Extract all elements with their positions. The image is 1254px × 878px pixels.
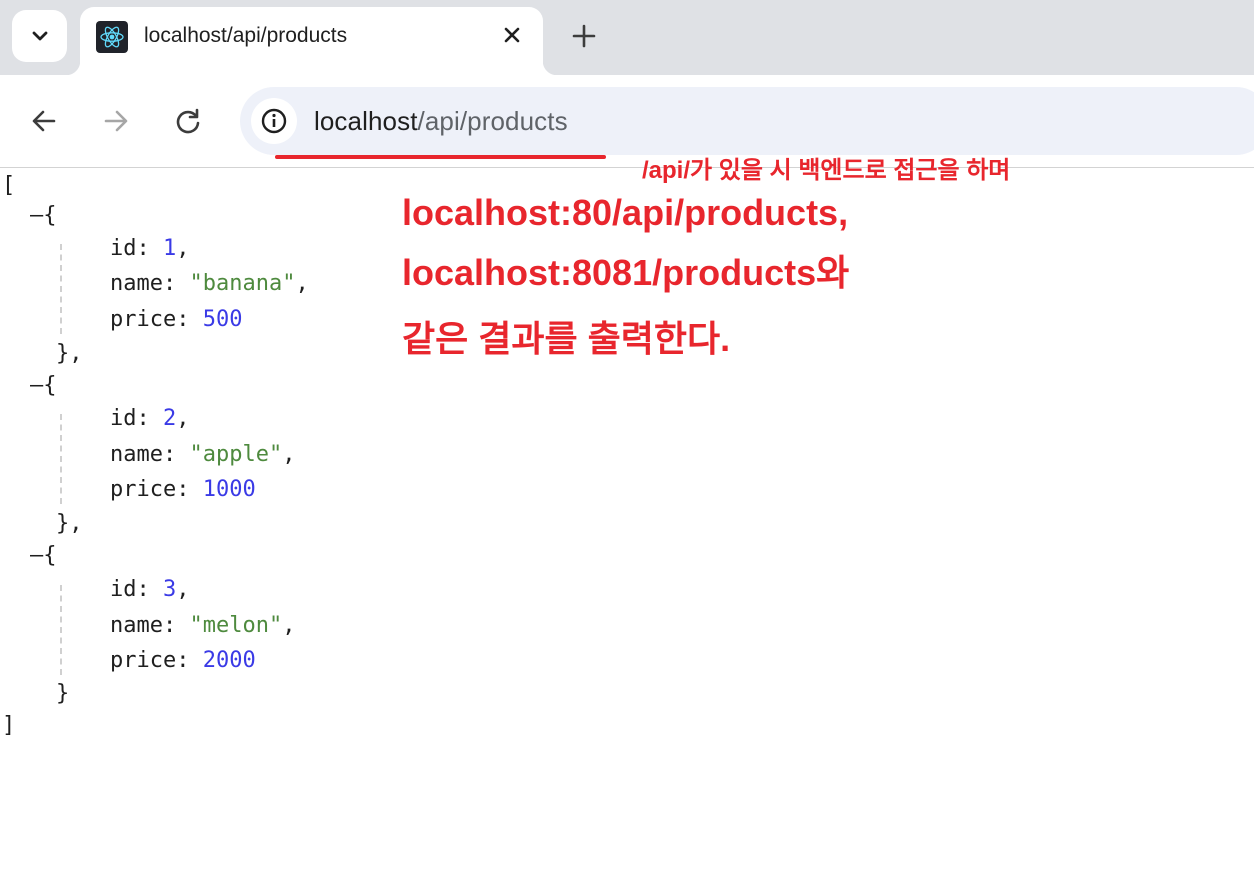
object-close: }	[56, 681, 70, 706]
address-bar[interactable]: localhost/api/products	[240, 87, 1254, 155]
tab-title: localhost/api/products	[144, 24, 348, 47]
object-toggle[interactable]: –{	[30, 202, 57, 230]
annotation-line-3: 같은 결과를 출력한다.	[402, 318, 731, 359]
back-button[interactable]	[26, 103, 62, 139]
json-row-price: price: 1000	[110, 477, 256, 502]
object-close: },	[56, 511, 83, 536]
tab-strip: localhost/api/products	[0, 0, 1254, 75]
array-open-bracket: [	[2, 173, 16, 198]
annotation-underline	[275, 155, 606, 159]
new-tab-button[interactable]	[568, 20, 600, 52]
indent-guide	[60, 244, 62, 334]
toolbar-divider	[0, 167, 1254, 168]
site-info-button[interactable]	[251, 98, 297, 144]
arrow-right-icon	[104, 110, 128, 132]
json-row-price: price: 500	[110, 307, 243, 332]
tab-search-button[interactable]	[12, 10, 67, 62]
reload-icon	[176, 108, 200, 134]
annotation-line-1: localhost:80/api/products,	[402, 192, 849, 233]
object-toggle[interactable]: –{	[30, 372, 57, 400]
arrow-left-icon	[32, 110, 56, 132]
forward-button[interactable]	[98, 103, 134, 139]
json-row-name: name: "banana",	[110, 271, 309, 296]
object-close: },	[56, 341, 83, 366]
browser-toolbar: localhost/api/products	[0, 75, 1254, 167]
object-toggle[interactable]: –{	[30, 542, 57, 570]
open-brace: {	[43, 373, 57, 398]
array-close-bracket: ]	[2, 713, 16, 738]
indent-guide	[60, 585, 62, 675]
indent-guide	[60, 414, 62, 504]
url-host: localhost	[314, 106, 418, 136]
json-row-id: id: 3,	[110, 577, 190, 602]
info-icon	[261, 108, 287, 134]
collapse-toggle[interactable]: –	[30, 203, 43, 228]
annotation-line-2: localhost:8081/products와	[402, 252, 850, 293]
react-logo-icon	[96, 21, 128, 53]
active-tab[interactable]: localhost/api/products	[66, 7, 557, 75]
close-icon	[504, 27, 520, 43]
url-text[interactable]: localhost/api/products	[314, 106, 568, 137]
json-row-id: id: 1,	[110, 236, 190, 261]
reload-button[interactable]	[170, 103, 206, 139]
json-row-id: id: 2,	[110, 406, 190, 431]
open-brace: {	[43, 543, 57, 568]
open-brace: {	[43, 203, 57, 228]
close-tab-button[interactable]	[498, 21, 526, 49]
url-path: /api/products	[417, 106, 568, 136]
annotation-note: /api/가 있을 시 백엔드로 접근을 하며	[642, 157, 1011, 184]
plus-icon	[572, 24, 596, 48]
collapse-toggle[interactable]: –	[30, 373, 43, 398]
json-row-price: price: 2000	[110, 648, 256, 673]
collapse-toggle[interactable]: –	[30, 543, 43, 568]
json-row-name: name: "apple",	[110, 442, 296, 467]
json-row-name: name: "melon",	[110, 613, 296, 638]
chevron-down-icon	[32, 31, 47, 41]
